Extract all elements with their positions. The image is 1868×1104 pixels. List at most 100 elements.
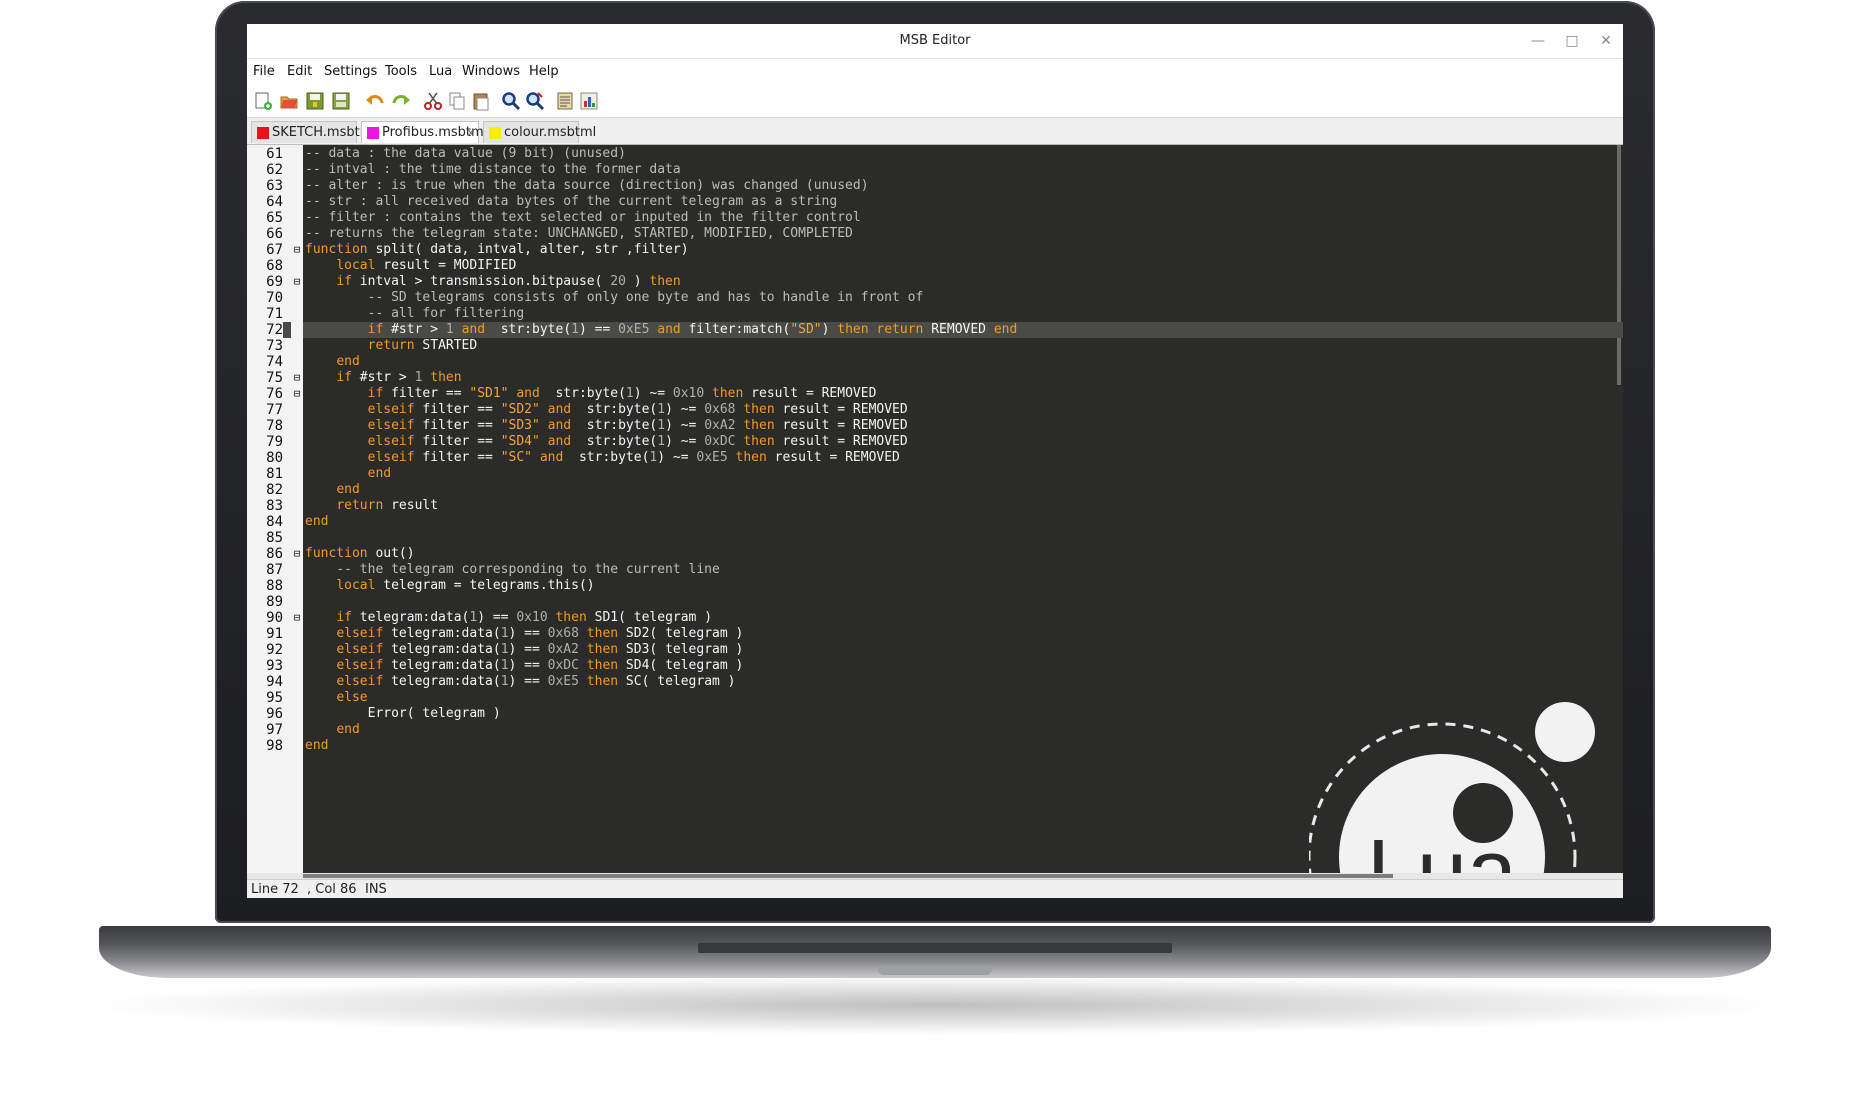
code-line[interactable]: 89 [247, 594, 1623, 610]
code-token: if [367, 386, 384, 401]
find-icon[interactable] [501, 91, 521, 111]
code-line[interactable]: 96 Error( telegram ) [247, 706, 1623, 722]
new-file-icon[interactable] [253, 91, 273, 111]
menu-tools[interactable]: Tools [385, 64, 417, 79]
code-token: result = REMOVED [743, 386, 877, 401]
menu-lua[interactable]: Lua [429, 64, 452, 79]
horizontal-scrollbar-thumb[interactable] [303, 874, 1393, 878]
code-line[interactable]: 86 ⊟ function out() [247, 546, 1623, 562]
code-token: -- data : the data value (9 bit) (unused… [305, 146, 626, 161]
code-token: end [993, 322, 1018, 337]
code-line[interactable]: 74 end [247, 354, 1623, 370]
code-editor[interactable]: Lua 61 -- data : the data value (9 bit) (… [247, 145, 1623, 898]
code-text: local telegram = telegrams.this() [305, 578, 594, 594]
code-token: 0xE5 [618, 322, 650, 337]
code-line[interactable]: 61 -- data : the data value (9 bit) (unus… [247, 146, 1623, 162]
save-icon[interactable] [305, 91, 325, 111]
code-line[interactable]: 71 -- all for filtering [247, 306, 1623, 322]
code-line[interactable]: 84 end [247, 514, 1623, 530]
tab-close-icon[interactable]: x [467, 122, 474, 144]
menu-settings[interactable]: Settings [324, 64, 377, 79]
code-line[interactable]: 80 elseif filter == "SC" and str:byte(1)… [247, 450, 1623, 466]
tab-profibus[interactable]: Profibus.msbtml x [361, 121, 487, 144]
menu-file[interactable]: File [253, 64, 275, 79]
replace-icon[interactable] [525, 91, 545, 111]
chart-icon[interactable] [579, 91, 599, 111]
fold-toggle-icon[interactable]: ⊟ [291, 610, 303, 626]
code-line[interactable]: 92 elseif telegram:data(1) == 0xA2 then … [247, 642, 1623, 658]
code-line[interactable]: 66 -- returns the telegram state: UNCHANG… [247, 226, 1623, 242]
code-line[interactable]: 97 end [247, 722, 1623, 738]
copy-icon[interactable] [447, 91, 467, 111]
code-line[interactable]: 62 -- intval : the time distance to the f… [247, 162, 1623, 178]
tab-colour[interactable]: colour.msbtml [483, 121, 596, 143]
code-token: ) == [578, 322, 619, 337]
save-all-icon[interactable] [331, 91, 351, 111]
cut-icon[interactable] [423, 91, 443, 111]
code-line[interactable]: 65 -- filter : contains the text selected… [247, 210, 1623, 226]
open-folder-icon[interactable] [279, 91, 299, 111]
fold-toggle-icon[interactable]: ⊟ [291, 546, 303, 562]
code-token: -- intval : the time distance to the for… [305, 162, 681, 177]
code-line[interactable]: 91 elseif telegram:data(1) == 0x68 then … [247, 626, 1623, 642]
code-token: then [649, 274, 681, 289]
code-line[interactable]: 73 return STARTED [247, 338, 1623, 354]
code-line[interactable]: 98 end [247, 738, 1623, 754]
fold-toggle-icon[interactable]: ⊟ [291, 386, 303, 402]
code-line[interactable]: 93 elseif telegram:data(1) == 0xDC then … [247, 658, 1623, 674]
status-col: , Col 86 [307, 882, 357, 897]
fold-toggle-icon[interactable]: ⊟ [291, 370, 303, 386]
fold-marker [291, 194, 303, 210]
code-line[interactable]: 75 ⊟ if #str > 1 then [247, 370, 1623, 386]
code-token: ) == [508, 658, 548, 673]
code-text: -- SD telegrams consists of only one byt… [305, 290, 924, 306]
code-line[interactable]: 95 else [247, 690, 1623, 706]
code-line[interactable]: 69 ⊟ if intval > transmission.bitpause( 2… [247, 274, 1623, 290]
code-line[interactable]: 78 elseif filter == "SD3" and str:byte(1… [247, 418, 1623, 434]
code-token: and [461, 322, 486, 337]
undo-icon[interactable] [365, 91, 385, 111]
code-line[interactable]: 68 local result = MODIFIED [247, 258, 1623, 274]
code-line[interactable]: 88 local telegram = telegrams.this() [247, 578, 1623, 594]
code-line[interactable]: 67 ⊟ function split( data, intval, alter, … [247, 242, 1623, 258]
code-token: elseif [367, 402, 415, 417]
menu-edit[interactable]: Edit [287, 64, 312, 79]
code-line[interactable]: 82 end [247, 482, 1623, 498]
code-token: SD1( telegram ) [586, 610, 713, 625]
code-line[interactable]: 76 ⊟ if filter == "SD1" and str:byte(1) ~… [247, 386, 1623, 402]
code-line[interactable]: 77 elseif filter == "SD2" and str:byte(1… [247, 402, 1623, 418]
fold-marker [291, 722, 303, 738]
code-line[interactable]: 79 elseif filter == "SD4" and str:byte(1… [247, 434, 1623, 450]
redo-icon[interactable] [391, 91, 411, 111]
code-line[interactable]: 87 -- the telegram corresponding to the … [247, 562, 1623, 578]
menu-help[interactable]: Help [529, 64, 559, 79]
code-token: split( data, intval, alter, str ,filter) [367, 242, 689, 257]
paste-icon[interactable] [471, 91, 491, 111]
code-line[interactable]: 81 end [247, 466, 1623, 482]
line-number: 64 [247, 194, 283, 210]
menu-bar: File Edit Settings Tools Lua Windows Hel… [247, 59, 1623, 83]
notes-icon[interactable] [555, 91, 575, 111]
maximize-button[interactable]: □ [1559, 30, 1585, 52]
code-text: if intval > transmission.bitpause( 20 ) … [305, 274, 681, 290]
close-button[interactable]: ✕ [1593, 30, 1619, 52]
code-token: result = REMOVED [766, 450, 900, 465]
menu-windows[interactable]: Windows [462, 64, 520, 79]
fold-toggle-icon[interactable]: ⊟ [291, 274, 303, 290]
code-line[interactable]: 63 -- alter : is true when the data sourc… [247, 178, 1623, 194]
code-token: "SD3" [500, 418, 540, 433]
code-line[interactable]: 90 ⊟ if telegram:data(1) == 0x10 then SD1… [247, 610, 1623, 626]
code-line[interactable]: 94 elseif telegram:data(1) == 0xE5 then … [247, 674, 1623, 690]
code-line[interactable]: 85 [247, 530, 1623, 546]
fold-toggle-icon[interactable]: ⊟ [291, 242, 303, 258]
minimize-button[interactable]: — [1525, 30, 1551, 52]
code-line[interactable]: 72 if #str > 1 and str:byte(1) == 0xE5 a… [247, 322, 1623, 338]
code-line[interactable]: 64 -- str : all received data bytes of th… [247, 194, 1623, 210]
code-line[interactable]: 70 -- SD telegrams consists of only one … [247, 290, 1623, 306]
tab-sketch[interactable]: SKETCH.msbtml [251, 121, 376, 143]
code-token: result [383, 498, 439, 513]
code-token: local [336, 578, 376, 593]
code-line[interactable]: 83 return result [247, 498, 1623, 514]
